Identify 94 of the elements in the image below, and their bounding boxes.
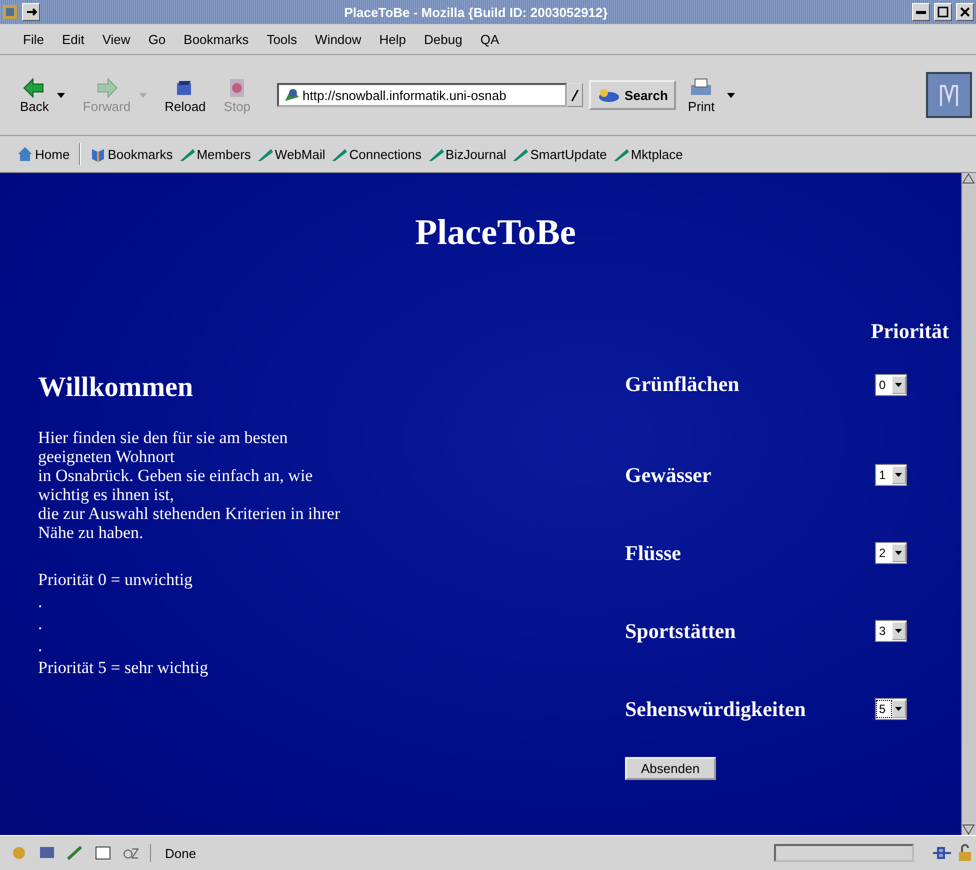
section-heading: Willkommen — [38, 372, 194, 404]
legend-text-line: . — [38, 591, 44, 613]
dropdown-caret-icon — [138, 92, 147, 98]
dropdown-arrow-icon — [895, 707, 902, 711]
legend-text-line: . — [38, 635, 44, 657]
intro-text-line: geeigneten Wohnort — [38, 447, 176, 466]
priority-select[interactable]: 2 — [875, 542, 907, 564]
pen-icon — [428, 146, 444, 162]
scroll-down-icon — [962, 824, 975, 835]
menu-item[interactable]: Debug — [415, 30, 472, 48]
intro-text-line: wichtig es ihnen ist, — [38, 485, 175, 504]
intro-text-line: Hier finden sie den für sie am besten — [38, 428, 289, 447]
book-icon — [90, 146, 106, 162]
close-icon — [959, 6, 971, 18]
window-title: PlaceToBe - Mozilla {Build ID: 2003052912} — [343, 4, 609, 20]
page-icon — [282, 87, 299, 103]
select-value: 3 — [878, 623, 887, 640]
criterion-label: Gewässer — [625, 462, 712, 488]
select-value: 5 — [876, 700, 892, 718]
minimize-button[interactable] — [912, 3, 930, 21]
close-button[interactable] — [956, 3, 974, 21]
criterion-label: Sehenswürdigkeiten — [625, 696, 807, 722]
menu-item[interactable]: Window — [306, 30, 370, 48]
dropdown-arrow-icon — [895, 382, 902, 386]
pin-button[interactable] — [22, 3, 40, 21]
bookmark-link[interactable]: BizJournal — [424, 144, 510, 164]
padlock-icon — [956, 844, 974, 862]
criterion-label: Grünflächen — [625, 372, 740, 397]
address-field[interactable]: http://snowball.informatik.uni-osnab — [276, 83, 567, 107]
bookmark-link[interactable]: WebMail — [254, 144, 328, 164]
card-icon[interactable] — [94, 844, 112, 862]
minimize-icon — [916, 10, 926, 14]
dropdown-caret-icon — [56, 92, 65, 98]
home-button[interactable]: Home — [14, 144, 73, 164]
dropdown-caret-icon — [726, 92, 735, 98]
select-value: 2 — [878, 545, 887, 562]
criterion-label: Sportstätten — [625, 618, 737, 644]
pen-icon — [331, 146, 348, 162]
pen-icon — [512, 146, 528, 162]
search-icon — [596, 87, 621, 103]
scrollbar[interactable] — [961, 173, 976, 835]
bookmark-link[interactable]: Bookmarks — [86, 144, 176, 164]
bookmark-link[interactable]: SmartUpdate — [509, 144, 610, 164]
legend-text-line: Priorität 5 = sehr wichtig — [38, 657, 210, 679]
pin-icon — [25, 6, 37, 18]
print-button[interactable]: Print — [682, 74, 721, 116]
select-value: 1 — [878, 467, 887, 484]
connection-plug-icon — [932, 844, 952, 862]
menu-item[interactable]: QA — [471, 30, 508, 48]
legend-text-line: Priorität 0 = unwichtig — [38, 569, 194, 591]
bookmark-link[interactable]: Members — [176, 144, 254, 164]
menu-item[interactable]: Edit — [52, 30, 94, 48]
arrow-left-icon — [22, 76, 46, 98]
pen-icon — [256, 146, 273, 162]
menu-item[interactable]: Tools — [258, 30, 306, 48]
maximize-icon — [937, 6, 949, 18]
bookmark-link[interactable]: Connections — [328, 144, 425, 164]
scroll-up-icon — [962, 173, 975, 184]
menu-item[interactable]: Bookmarks — [174, 30, 258, 48]
priority-select[interactable]: 1 — [875, 464, 907, 486]
priority-select[interactable]: 3 — [875, 620, 907, 642]
maximize-button[interactable] — [934, 3, 952, 21]
slash-icon — [568, 88, 581, 102]
search-button[interactable]: Search — [588, 80, 676, 110]
url-dropdown-button[interactable] — [566, 83, 583, 107]
dropdown-arrow-icon — [895, 629, 902, 633]
priority-select[interactable]: 0 — [875, 374, 907, 396]
reload-button[interactable]: Reload — [158, 74, 212, 116]
menu-item[interactable]: Help — [370, 30, 416, 48]
priority-select[interactable]: 5 — [875, 698, 907, 720]
legend-text-line: . — [38, 613, 44, 635]
criterion-label: Flüsse — [625, 540, 682, 566]
house-icon — [17, 146, 33, 162]
pen-icon — [178, 146, 195, 162]
intro-text-line: in Osnabrück. Geben sie einfach an, wie — [38, 466, 314, 485]
select-value: 0 — [878, 376, 887, 394]
dropdown-arrow-icon — [895, 551, 902, 555]
pen-icon[interactable] — [66, 844, 84, 862]
menu-item[interactable]: File — [14, 30, 53, 48]
dropdown-arrow-icon — [895, 473, 902, 477]
page-title: PlaceToBe — [414, 211, 577, 253]
menu-item[interactable]: Go — [139, 30, 175, 48]
bookmark-link[interactable]: Mktplace — [610, 144, 686, 164]
url-text: http://snowball.informatik.uni-osnab — [302, 88, 506, 102]
back-button[interactable]: Back — [14, 74, 71, 116]
submit-button[interactable]: Absenden — [625, 757, 716, 780]
app-icon — [2, 4, 18, 20]
pen-icon — [612, 146, 629, 162]
intro-text-line: die zur Auswahl stehenden Kriterien in ihrer — [38, 504, 342, 523]
menu-item[interactable]: View — [93, 30, 140, 48]
arrow-right-icon — [94, 76, 119, 98]
status-text: Done — [164, 846, 198, 860]
column-heading: Priorität — [870, 319, 949, 344]
intro-text-line: Nähe zu haben. — [38, 523, 144, 542]
